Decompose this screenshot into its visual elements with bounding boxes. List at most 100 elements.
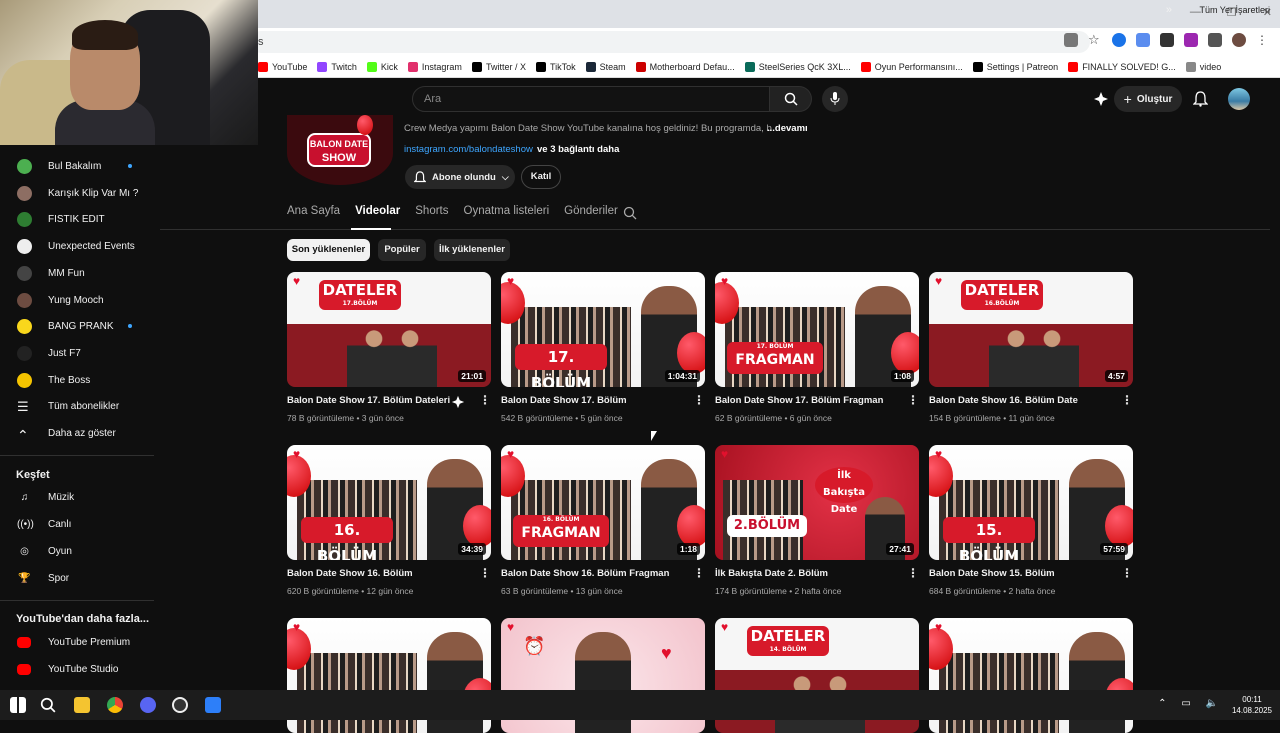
bookmark-item[interactable]: video: [1186, 62, 1222, 72]
bell-icon[interactable]: [1193, 91, 1208, 107]
heart-icon: ♥: [721, 447, 728, 461]
video-thumbnail[interactable]: DATELER16.BÖLÜM♥4:57: [929, 272, 1133, 387]
bookmark-item[interactable]: Twitch: [317, 62, 357, 72]
sidebar-item[interactable]: The Boss: [0, 367, 154, 393]
app-icon[interactable]: [205, 697, 221, 713]
video-title[interactable]: Balon Date Show 15. Bölüm: [929, 568, 1109, 579]
bookmark-item[interactable]: YouTube: [258, 62, 307, 72]
tab-shorts[interactable]: Shorts: [415, 205, 448, 217]
kebab-menu-icon[interactable]: ⋮: [693, 568, 705, 578]
all-bookmarks-button[interactable]: Tüm Yer İşaretleri: [1199, 5, 1270, 15]
chrome-icon[interactable]: [107, 697, 123, 713]
voice-search-button[interactable]: [822, 86, 848, 112]
kebab-menu-icon[interactable]: ⋮: [479, 568, 491, 578]
sidebar-item[interactable]: Karışık Klip Var Mı ?: [0, 180, 154, 206]
video-title[interactable]: Balon Date Show 16. Bölüm Date: [929, 395, 1109, 406]
kebab-menu-icon[interactable]: ⋮: [907, 568, 919, 578]
video-thumbnail[interactable]: DATELER17.BÖLÜM♥21:01: [287, 272, 491, 387]
sidebar-item[interactable]: Just F7: [0, 340, 154, 366]
account-avatar[interactable]: [1228, 88, 1250, 110]
kebab-menu-icon[interactable]: ⋮: [1121, 395, 1133, 405]
omnibox[interactable]: s: [250, 31, 1090, 53]
profile-avatar[interactable]: [1232, 33, 1246, 47]
sidebar-item[interactable]: YouTube Premium: [0, 629, 154, 655]
ai-sparkle-icon[interactable]: [451, 395, 465, 409]
bookmark-item[interactable]: Steam: [586, 62, 626, 72]
kebab-menu-icon[interactable]: ⋮: [1256, 33, 1270, 47]
tab-ana-sayfa[interactable]: Ana Sayfa: [287, 205, 340, 217]
tab-gönderiler[interactable]: Gönderiler: [564, 205, 618, 217]
sidebar-item[interactable]: ◎Oyun: [0, 538, 154, 564]
subscribed-button[interactable]: Abone olundu ⌵: [405, 165, 515, 189]
bookmark-item[interactable]: Oyun Performansını...: [861, 62, 963, 72]
sidebar-item[interactable]: ⌃Daha az göster: [0, 420, 154, 446]
kebab-menu-icon[interactable]: ⋮: [1121, 568, 1133, 578]
video-thumbnail[interactable]: 16. BÖLÜM♥34:39: [287, 445, 491, 560]
sidebar-item[interactable]: Bul Bakalım: [0, 153, 154, 179]
extension-icon[interactable]: [1160, 33, 1174, 47]
search-input[interactable]: Ara: [412, 86, 770, 112]
thumbnail-subtitle-text: 14. BÖLÜM: [747, 646, 829, 653]
description-more-link[interactable]: ...devamı: [767, 123, 808, 134]
video-title[interactable]: İlk Bakışta Date 2. Bölüm: [715, 568, 895, 579]
ai-sparkle-icon[interactable]: [1093, 91, 1109, 107]
video-title[interactable]: Balon Date Show 17. Bölüm: [501, 395, 681, 406]
search-icon[interactable]: [623, 206, 637, 220]
obs-icon[interactable]: [172, 697, 188, 713]
search-icon[interactable]: [40, 697, 56, 713]
bookmark-item[interactable]: Settings | Patreon: [973, 62, 1058, 72]
discord-icon[interactable]: [140, 697, 156, 713]
video-thumbnail[interactable]: 16. BÖLÜMFRAGMAN♥1:18: [501, 445, 705, 560]
video-thumbnail[interactable]: 17. BÖLÜMFRAGMAN♥1:08: [715, 272, 919, 387]
sidebar-item[interactable]: MM Fun: [0, 260, 154, 286]
sidebar-item[interactable]: BANG PRANK: [0, 313, 154, 339]
kebab-menu-icon[interactable]: ⋮: [693, 395, 705, 405]
video-title[interactable]: Balon Date Show 16. Bölüm Fragman: [501, 568, 681, 579]
file-explorer-icon[interactable]: [74, 697, 90, 713]
chip-popular[interactable]: Popüler: [378, 239, 426, 261]
bookmark-item[interactable]: Twitter / X: [472, 62, 526, 72]
sidebar-item[interactable]: YouTube Studio: [0, 656, 154, 682]
extension-icon[interactable]: [1136, 33, 1150, 47]
sidebar-item[interactable]: ♫Müzik: [0, 484, 154, 510]
tab-oynatma-listeleri[interactable]: Oynatma listeleri: [464, 205, 550, 217]
kebab-menu-icon[interactable]: ⋮: [479, 395, 491, 405]
kebab-menu-icon[interactable]: ⋮: [907, 395, 919, 405]
video-thumbnail[interactable]: 2.BÖLÜMİlk Bakışta Date♥27:41: [715, 445, 919, 560]
more-links[interactable]: ve 3 bağlantı daha: [537, 144, 619, 155]
windows-start-icon[interactable]: [10, 697, 26, 713]
taskbar-clock[interactable]: 00:11 14.08.2025: [1232, 694, 1272, 716]
sidebar-item[interactable]: Unexpected Events: [0, 233, 154, 259]
search-button[interactable]: [770, 86, 812, 112]
tab-videolar[interactable]: Videolar: [355, 205, 400, 217]
bookmark-item[interactable]: FINALLY SOLVED! G...: [1068, 62, 1176, 72]
sidebar-item[interactable]: ☰Tüm abonelikler: [0, 393, 154, 419]
sidebar-item[interactable]: ((•))Canlı: [0, 511, 154, 537]
bookmark-item[interactable]: TikTok: [536, 62, 576, 72]
bookmark-item[interactable]: Kick: [367, 62, 398, 72]
more-bookmarks-button[interactable]: »: [1166, 4, 1172, 16]
channel-link[interactable]: instagram.com/balondateshow: [404, 144, 533, 155]
video-thumbnail[interactable]: 15. BÖLÜM♥57:59: [929, 445, 1133, 560]
bookmark-item[interactable]: Motherboard Defau...: [636, 62, 735, 72]
extension-icon[interactable]: [1112, 33, 1126, 47]
sidebar-item[interactable]: FISTIK EDIT: [0, 206, 154, 232]
video-metadata: 684 B görüntüleme • 2 hafta önce: [929, 586, 1055, 596]
chip-latest[interactable]: Son yüklenenler: [287, 239, 370, 261]
video-thumbnail[interactable]: 17. BÖLÜM♥1:04:31: [501, 272, 705, 387]
bookmark-item[interactable]: Instagram: [408, 62, 462, 72]
chip-oldest[interactable]: İlk yüklenenler: [434, 239, 510, 261]
join-button[interactable]: Katıl: [521, 165, 561, 189]
sidebar-item[interactable]: Yung Mooch: [0, 287, 154, 313]
sidebar-item[interactable]: 🏆Spor: [0, 565, 154, 591]
bookmark-item[interactable]: SteelSeries QcK 3XL...: [745, 62, 851, 72]
video-title[interactable]: Balon Date Show 17. Bölüm Dateleri: [287, 395, 467, 406]
star-icon[interactable]: ☆: [1088, 33, 1102, 47]
video-title[interactable]: Balon Date Show 17. Bölüm Fragman: [715, 395, 895, 406]
video-title[interactable]: Balon Date Show 16. Bölüm: [287, 568, 467, 579]
puzzle-icon[interactable]: [1208, 33, 1222, 47]
create-button[interactable]: + Oluştur: [1114, 86, 1182, 112]
extension-icon[interactable]: [1184, 33, 1198, 47]
system-tray[interactable]: ⌃ ▭ 🔈: [1158, 698, 1224, 709]
install-icon[interactable]: [1064, 33, 1078, 47]
